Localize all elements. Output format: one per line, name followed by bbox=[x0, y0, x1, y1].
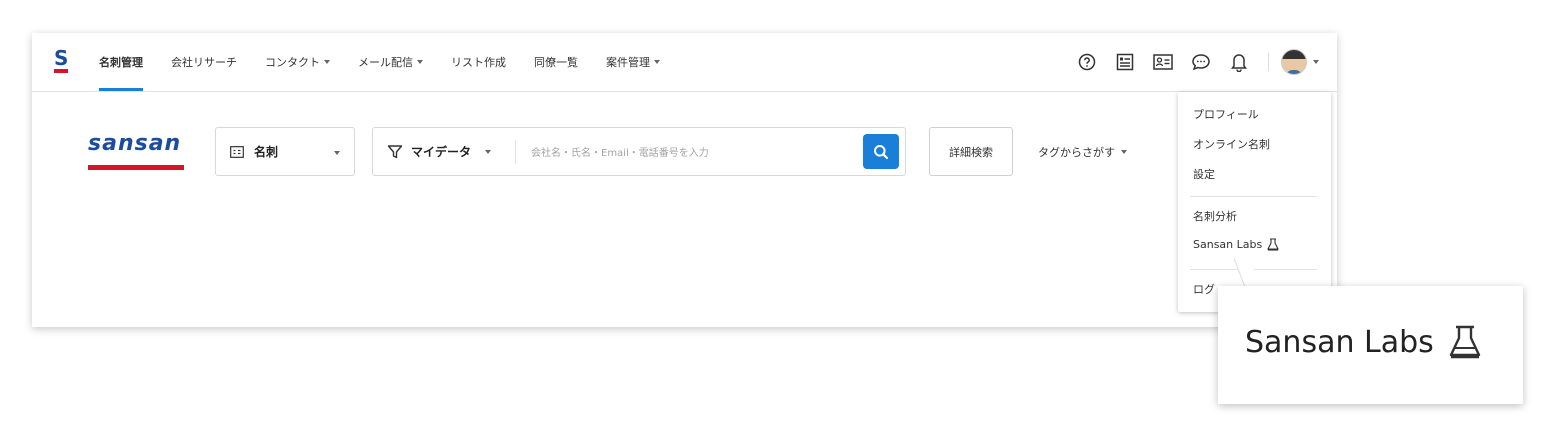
menu-item-card-analysis[interactable]: 名刺分析 bbox=[1193, 208, 1237, 224]
bell-icon[interactable] bbox=[1228, 51, 1250, 73]
search-icon bbox=[874, 144, 889, 159]
menu-item-logout[interactable]: ログ bbox=[1193, 281, 1215, 297]
data-scope-filter[interactable]: マイデータ bbox=[387, 128, 492, 175]
app-window: S 名刺管理 会社リサーチ コンタクト メール配信 リスト作成 同僚一覧 案件管… bbox=[32, 33, 1337, 327]
chevron-down-icon bbox=[485, 149, 492, 154]
filter-icon bbox=[387, 144, 403, 158]
menu-item-sansan-labs[interactable]: Sansan Labs bbox=[1193, 238, 1280, 251]
menu-item-online-card[interactable]: オンライン名刺 bbox=[1193, 136, 1270, 152]
chevron-down-icon bbox=[334, 151, 340, 155]
top-navigation-bar: S 名刺管理 会社リサーチ コンタクト メール配信 リスト作成 同僚一覧 案件管… bbox=[32, 33, 1337, 92]
list-view-icon[interactable] bbox=[1114, 51, 1136, 73]
nav-item-list-creation[interactable]: リスト作成 bbox=[451, 33, 506, 91]
chevron-down-icon bbox=[1121, 149, 1127, 154]
card-type-label: 名刺 bbox=[254, 145, 279, 159]
user-menu-toggle[interactable] bbox=[1281, 49, 1319, 75]
flask-icon bbox=[1267, 238, 1280, 251]
tag-search-dropdown[interactable]: タグからさがす bbox=[1038, 127, 1127, 176]
filter-label: マイデータ bbox=[411, 145, 472, 159]
nav-item-deal-management[interactable]: 案件管理 bbox=[606, 33, 660, 91]
chevron-down-icon bbox=[324, 60, 330, 64]
chevron-down-icon bbox=[1313, 60, 1319, 64]
menu-item-settings[interactable]: 設定 bbox=[1193, 166, 1215, 182]
nav-item-colleagues[interactable]: 同僚一覧 bbox=[534, 33, 578, 91]
sansan-labs-callout: Sansan Labs bbox=[1218, 286, 1523, 404]
search-box: マイデータ bbox=[372, 127, 906, 176]
header-divider bbox=[1268, 53, 1269, 71]
chevron-down-icon bbox=[654, 60, 660, 64]
sansan-logo-icon[interactable]: S bbox=[54, 46, 69, 73]
card-type-select[interactable]: 名刺 bbox=[215, 127, 355, 176]
nav-item-business-cards[interactable]: 名刺管理 bbox=[99, 33, 143, 91]
search-button[interactable] bbox=[863, 134, 899, 169]
menu-divider bbox=[1190, 196, 1317, 197]
avatar bbox=[1281, 49, 1307, 75]
contact-card-icon[interactable] bbox=[1152, 51, 1174, 73]
flask-icon bbox=[1449, 325, 1480, 359]
nav-item-company-research[interactable]: 会社リサーチ bbox=[171, 33, 237, 91]
advanced-search-button[interactable]: 詳細検索 bbox=[929, 127, 1013, 176]
logo-letter: S bbox=[54, 46, 69, 70]
header-icons bbox=[1060, 33, 1337, 91]
menu-item-profile[interactable]: プロフィール bbox=[1193, 106, 1259, 122]
search-input[interactable] bbox=[529, 138, 853, 168]
main-nav: 名刺管理 会社リサーチ コンタクト メール配信 リスト作成 同僚一覧 案件管理 bbox=[99, 33, 688, 91]
sansan-brand-logo[interactable]: sansan bbox=[88, 133, 184, 170]
chevron-down-icon bbox=[417, 60, 423, 64]
nav-item-email-delivery[interactable]: メール配信 bbox=[358, 33, 423, 91]
chat-icon[interactable] bbox=[1190, 51, 1212, 73]
help-icon[interactable] bbox=[1076, 51, 1098, 73]
business-card-icon bbox=[230, 145, 244, 158]
callout-label: Sansan Labs bbox=[1245, 324, 1434, 360]
search-divider bbox=[515, 140, 516, 164]
nav-item-contacts[interactable]: コンタクト bbox=[265, 33, 330, 91]
